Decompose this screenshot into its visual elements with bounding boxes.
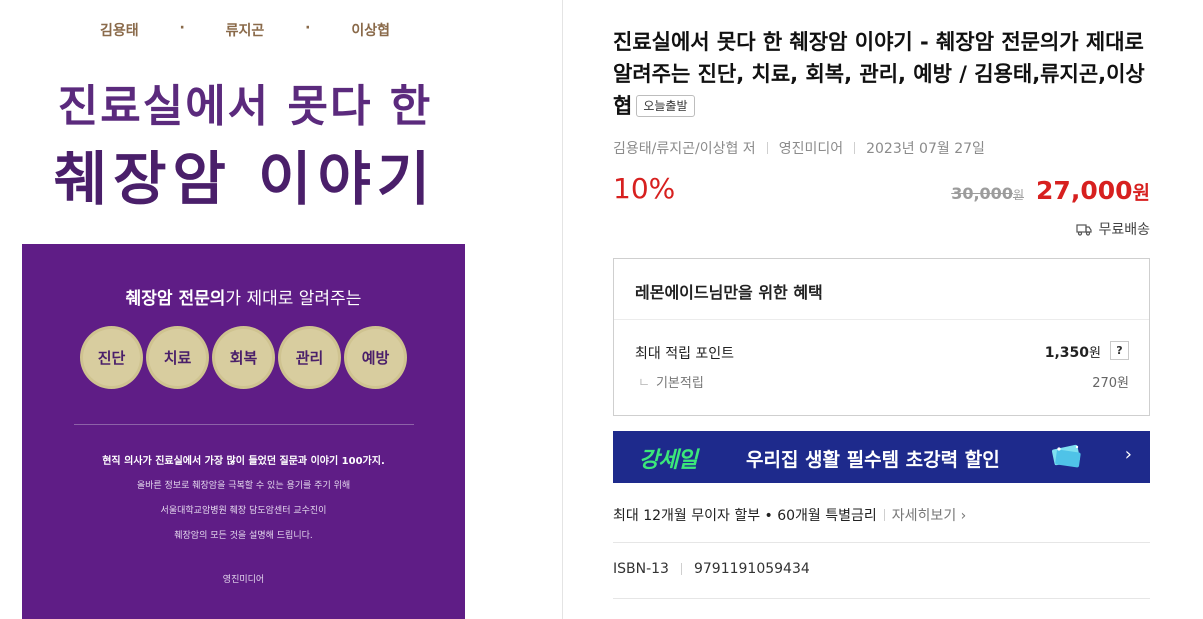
product-author[interactable]: 김용태/류지곤/이상협 저 <box>613 138 756 158</box>
base-points-label: ㄴ 기본적립 <box>638 372 704 391</box>
installment-info: 최대 12개월 무이자 할부 • 60개월 특별금리 자세히보기 › <box>613 505 966 525</box>
cover-panel-heading-bold: 췌장암 전문의 <box>125 289 226 309</box>
cover-dot-2: · <box>305 20 311 36</box>
max-points-number: 1,350 <box>1044 345 1090 361</box>
isbn-row: ISBN-13 9791191059434 <box>613 561 810 577</box>
base-points-value: 270원 <box>1092 376 1129 391</box>
benefit-divider <box>614 319 1149 320</box>
book-cover[interactable]: 김용태 · 류지곤 · 이상협 진료실에서 못다 한 췌장암 이야기 췌장암 전… <box>0 0 562 619</box>
cover-author-2: 류지곤 <box>225 23 265 39</box>
section-divider <box>613 598 1150 599</box>
base-points-text: 기본적립 <box>655 376 704 391</box>
benefit-title: 레몬에이드님만을 위한 혜택 <box>635 283 823 302</box>
cover-badge-diagnosis: 진단 <box>83 329 140 386</box>
cover-author-3: 이상협 <box>351 23 390 39</box>
sale-price: 27,000원 <box>1036 176 1150 205</box>
cover-badge-treatment: 치료 <box>149 329 206 386</box>
original-price: 30,000원 <box>951 184 1024 203</box>
sale-price-unit: 원 <box>1132 182 1150 204</box>
cover-badge-recovery: 회복 <box>215 329 272 386</box>
cover-panel-heading: 췌장암 전문의가 제대로 알려주는 <box>22 284 465 309</box>
product-meta: 김용태/류지곤/이상협 저 영진미디어 2023년 07월 27일 <box>613 138 985 158</box>
installment-text: 최대 12개월 무이자 할부 • 60개월 특별금리 <box>613 508 877 524</box>
tree-corner-icon: ㄴ <box>638 376 650 391</box>
product-title: 진료실에서 못다 한 췌장암 이야기 - 췌장암 전문의가 제대로 알려주는 진… <box>613 26 1150 122</box>
meta-separator <box>766 142 768 154</box>
column-divider <box>562 0 563 619</box>
cover-title-line2: 췌장암 이야기 <box>53 145 437 213</box>
sale-price-value: 27,000 <box>1036 176 1133 205</box>
cover-panel-divider <box>74 424 414 425</box>
original-price-unit: 원 <box>1012 188 1024 202</box>
cover-panel-text-2: 서울대학교암병원 췌장 담도암센터 교수진이 <box>160 506 327 516</box>
discount-rate: 10% <box>613 172 676 205</box>
max-points-label: 최대 적립 포인트 <box>635 346 735 362</box>
original-price-value: 30,000 <box>951 184 1013 203</box>
cover-panel-heading-rest: 가 제대로 알려주는 <box>225 289 362 309</box>
max-points-unit: 원 <box>1089 346 1101 361</box>
cover-author-1: 김용태 <box>100 23 139 39</box>
isbn-separator <box>680 563 682 575</box>
promo-text: 우리집 생활 필수템 초강력 할인 <box>746 449 1000 471</box>
isbn-value: 9791191059434 <box>693 561 810 577</box>
cover-title-line1: 진료실에서 못다 한 <box>57 81 433 132</box>
cover-panel-bold-line: 현직 의사가 진료실에서 가장 많이 들었던 질문과 이야기 100가지. <box>102 456 385 467</box>
installment-details-link[interactable]: 자세히보기 › <box>892 505 966 525</box>
cover-badge-management: 관리 <box>281 329 338 386</box>
meta-separator <box>854 142 856 154</box>
truck-icon <box>1076 223 1093 236</box>
section-divider <box>613 542 1150 543</box>
cover-publisher: 영진미디어 <box>222 575 265 585</box>
max-points-value: 1,350원 <box>1045 342 1101 361</box>
member-benefit-box: 레몬에이드님만을 위한 혜택 최대 적립 포인트 1,350원 ? ㄴ 기본적립 … <box>613 258 1150 416</box>
cover-dot-1: · <box>179 20 185 36</box>
cover-purple-panel: 췌장암 전문의가 제대로 알려주는 진단 치료 회복 관리 예방 현직 의사가 … <box>22 244 465 619</box>
chevron-right-icon: › <box>1124 444 1132 465</box>
installment-separator <box>883 509 885 521</box>
cover-panel-text-1: 올바른 정보로 췌장암을 극복할 수 있는 용기를 주기 위해 <box>136 481 351 491</box>
cover-panel-text-3: 췌장암의 모든 것을 설명해 드립니다. <box>174 531 313 541</box>
shipping-label: 무료배송 <box>1098 222 1150 238</box>
promo-banner[interactable]: 강세일 우리집 생활 필수템 초강력 할인 › <box>613 431 1150 483</box>
product-publisher[interactable]: 영진미디어 <box>779 138 843 158</box>
points-help-button[interactable]: ? <box>1110 341 1129 360</box>
cover-badges: 진단 치료 회복 관리 예방 <box>22 329 465 386</box>
shipping-info: 무료배송 <box>1076 219 1150 239</box>
cover-authors: 김용태 · 류지곤 · 이상협 <box>100 20 390 40</box>
cover-badge-prevention: 예방 <box>347 329 404 386</box>
promo-logo: 강세일 <box>639 448 698 473</box>
product-date: 2023년 07월 27일 <box>866 141 985 157</box>
isbn-label: ISBN-13 <box>613 561 669 577</box>
same-day-shipping-badge: 오늘출발 <box>636 95 695 117</box>
coupon-icon <box>1051 444 1081 468</box>
